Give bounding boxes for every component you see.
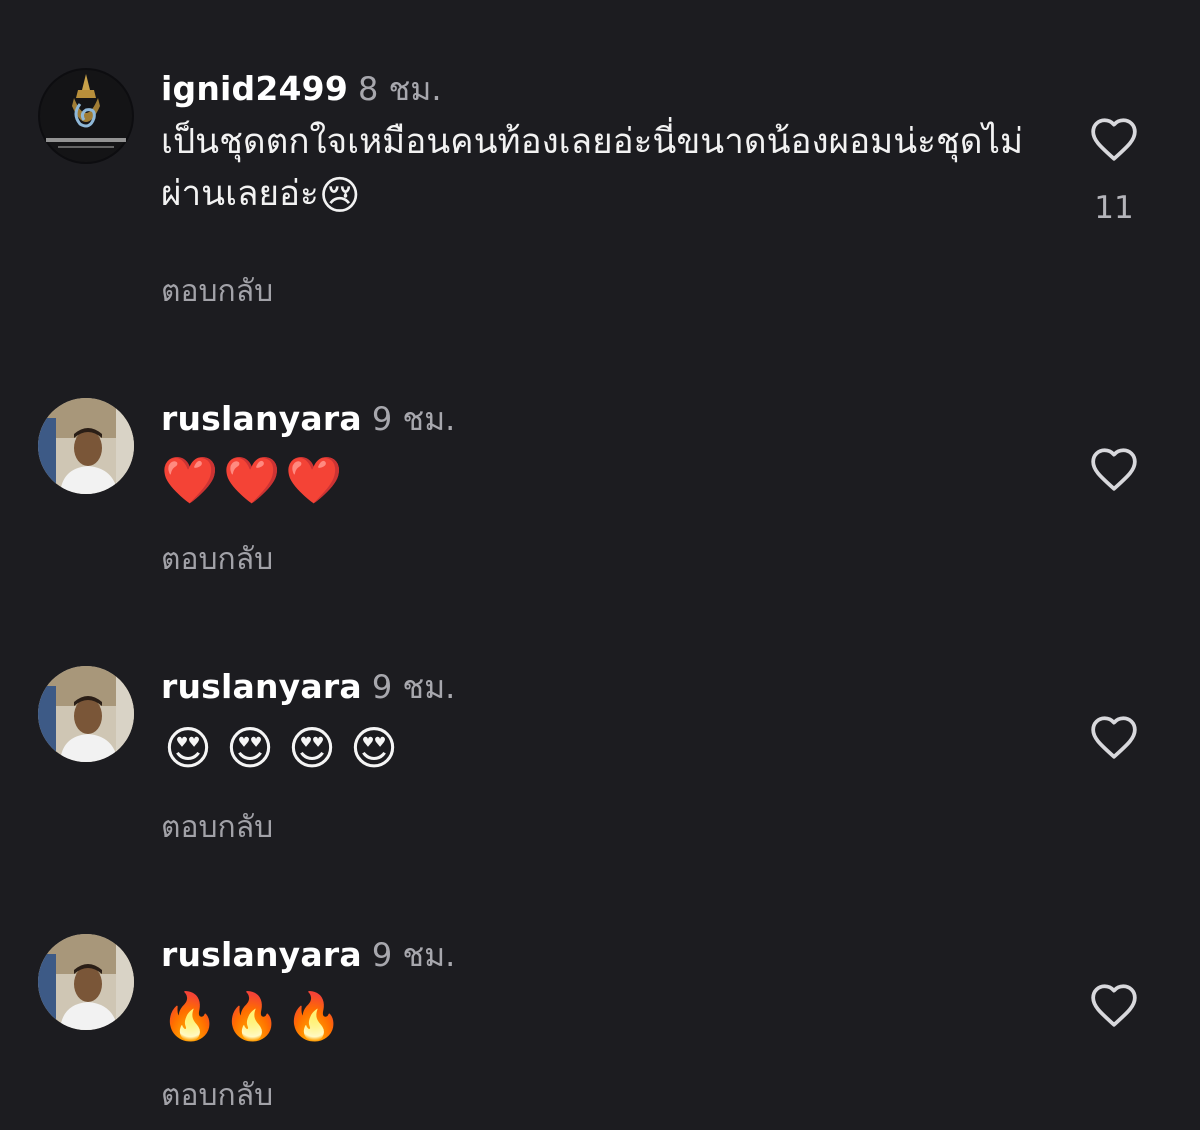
username[interactable]: ignid2499 bbox=[161, 69, 348, 108]
comment-emojis: 😍 😍 😍 😍 bbox=[161, 720, 1041, 776]
comment-meta: ignid2499 8 ชม. bbox=[161, 68, 1041, 110]
avatar[interactable] bbox=[38, 398, 134, 494]
comment-emojis: 🔥 🔥 🔥 bbox=[161, 988, 1041, 1044]
timestamp: 8 ชม. bbox=[358, 70, 442, 108]
red-heart-emoji: ❤️ bbox=[223, 453, 281, 507]
comments-list: ignid2499 8 ชม. เป็นชุดตกใจเหมือนคนท้องเล… bbox=[0, 0, 1200, 1130]
comment-meta: ruslanyara 9 ชม. bbox=[161, 666, 1041, 708]
like-control: 11 bbox=[1086, 116, 1142, 226]
like-control bbox=[1086, 446, 1142, 492]
heart-icon[interactable] bbox=[1089, 982, 1139, 1028]
avatar[interactable] bbox=[38, 934, 134, 1030]
comment-text: เป็นชุดตกใจเหมือนคนท้องเลยอ่ะนี่ขนาดน้อง… bbox=[161, 116, 1041, 222]
heart-icon[interactable] bbox=[1089, 116, 1139, 162]
crying-face-emoji: 😢 bbox=[318, 173, 361, 219]
comment-emojis: ❤️ ❤️ ❤️ bbox=[161, 452, 1041, 508]
fire-emoji: 🔥 bbox=[285, 989, 343, 1043]
heart-eyes-emoji: 😍 bbox=[350, 721, 398, 775]
timestamp: 9 ชม. bbox=[371, 936, 456, 974]
timestamp: 9 ชม. bbox=[371, 668, 456, 706]
user-photo-icon bbox=[38, 934, 134, 1030]
heart-eyes-emoji: 😍 bbox=[226, 721, 274, 775]
user-photo-icon bbox=[38, 666, 134, 762]
username[interactable]: ruslanyara bbox=[161, 935, 362, 974]
red-heart-emoji: ❤️ bbox=[285, 453, 343, 507]
avatar[interactable] bbox=[38, 68, 134, 164]
like-control bbox=[1086, 982, 1142, 1028]
heart-icon[interactable] bbox=[1089, 714, 1139, 760]
reply-button[interactable]: ตอบกลับ bbox=[161, 1072, 273, 1119]
username[interactable]: ruslanyara bbox=[161, 399, 362, 438]
temple-logo-icon bbox=[38, 68, 134, 164]
like-control bbox=[1086, 714, 1142, 760]
comment-meta: ruslanyara 9 ชม. bbox=[161, 398, 1041, 440]
avatar[interactable] bbox=[38, 666, 134, 762]
reply-button[interactable]: ตอบกลับ bbox=[161, 268, 273, 315]
comment-body: ruslanyara 9 ชม. 🔥 🔥 🔥 bbox=[161, 934, 1041, 1044]
user-photo-icon bbox=[38, 398, 134, 494]
timestamp: 9 ชม. bbox=[371, 400, 456, 438]
reply-button[interactable]: ตอบกลับ bbox=[161, 804, 273, 851]
fire-emoji: 🔥 bbox=[223, 989, 281, 1043]
comment-body: ignid2499 8 ชม. เป็นชุดตกใจเหมือนคนท้องเล… bbox=[161, 68, 1041, 222]
heart-icon[interactable] bbox=[1089, 446, 1139, 492]
reply-button[interactable]: ตอบกลับ bbox=[161, 536, 273, 583]
red-heart-emoji: ❤️ bbox=[161, 453, 219, 507]
heart-eyes-emoji: 😍 bbox=[164, 721, 212, 775]
comment-body: ruslanyara 9 ชม. 😍 😍 😍 😍 bbox=[161, 666, 1041, 776]
like-count: 11 bbox=[1094, 190, 1134, 226]
fire-emoji: 🔥 bbox=[161, 989, 219, 1043]
comment-meta: ruslanyara 9 ชม. bbox=[161, 934, 1041, 976]
comment-body: ruslanyara 9 ชม. ❤️ ❤️ ❤️ bbox=[161, 398, 1041, 508]
username[interactable]: ruslanyara bbox=[161, 667, 362, 706]
comment-text-content: เป็นชุดตกใจเหมือนคนท้องเลยอ่ะนี่ขนาดน้อง… bbox=[161, 122, 1024, 214]
heart-eyes-emoji: 😍 bbox=[288, 721, 336, 775]
